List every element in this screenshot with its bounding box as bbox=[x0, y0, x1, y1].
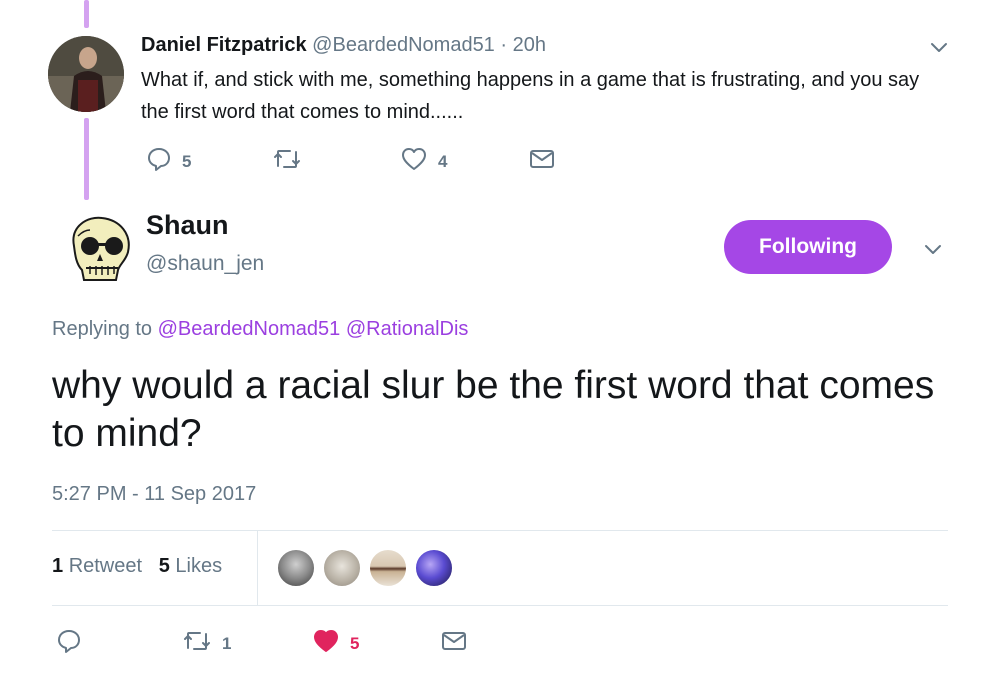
like-count: 5 bbox=[350, 633, 360, 653]
replying-to: Replying to @BeardedNomad51 @RationalDis bbox=[52, 318, 468, 341]
avatar[interactable] bbox=[276, 548, 316, 588]
tweet-stats: 1 Retweet 5 Likes bbox=[52, 555, 222, 578]
separator: · bbox=[500, 34, 508, 56]
reply-button[interactable] bbox=[56, 628, 82, 659]
divider bbox=[257, 531, 258, 605]
author-handle[interactable]: @shaun_jen bbox=[146, 252, 264, 276]
avatar[interactable] bbox=[322, 548, 362, 588]
retweet-count: 1 bbox=[222, 633, 232, 653]
tweet-text: What if, and stick with me, something ha… bbox=[141, 69, 920, 123]
author-name[interactable]: Shaun bbox=[146, 210, 229, 241]
tweet-timestamp[interactable]: 5:27 PM - 11 Sep 2017 bbox=[52, 483, 256, 506]
thread-line-bottom bbox=[84, 118, 89, 200]
thread-line-top bbox=[84, 0, 89, 28]
avatar[interactable] bbox=[60, 208, 138, 286]
direct-message-button[interactable] bbox=[528, 146, 556, 177]
avatar[interactable] bbox=[414, 548, 454, 588]
reply-count: 5 bbox=[182, 151, 192, 171]
like-count: 4 bbox=[438, 151, 448, 171]
mention-link[interactable]: @RationalDis bbox=[346, 318, 469, 340]
avatar[interactable] bbox=[368, 548, 408, 588]
heart-filled-icon bbox=[312, 628, 340, 659]
replying-prefix: Replying to bbox=[52, 318, 153, 340]
heart-icon bbox=[400, 146, 428, 177]
reply-button[interactable]: 5 bbox=[146, 146, 191, 177]
reply-icon bbox=[146, 146, 172, 177]
retweet-icon bbox=[272, 146, 302, 177]
tweet-time[interactable]: 20h bbox=[513, 34, 546, 56]
tweet-header: Daniel Fitzpatrick @BeardedNomad51 · 20h bbox=[141, 34, 546, 57]
divider bbox=[52, 530, 948, 531]
retweet-icon bbox=[182, 628, 212, 659]
author-handle[interactable]: @BeardedNomad51 bbox=[312, 34, 495, 56]
chevron-down-icon[interactable] bbox=[922, 238, 944, 265]
direct-message-button[interactable] bbox=[440, 628, 468, 659]
like-button[interactable]: 5 bbox=[312, 628, 359, 659]
tweet-text: why would a racial slur be the first wor… bbox=[52, 364, 935, 455]
envelope-icon bbox=[440, 628, 468, 659]
likes-stat[interactable]: 5 Likes bbox=[159, 555, 222, 577]
following-button[interactable]: Following bbox=[724, 220, 892, 274]
mention-link[interactable]: @BeardedNomad51 bbox=[158, 318, 341, 340]
chevron-down-icon[interactable] bbox=[928, 36, 950, 63]
retweet-button[interactable] bbox=[272, 146, 312, 177]
retweet-button[interactable]: 1 bbox=[182, 628, 231, 659]
retweets-stat[interactable]: 1 Retweet bbox=[52, 555, 142, 577]
envelope-icon bbox=[528, 146, 556, 177]
author-name[interactable]: Daniel Fitzpatrick bbox=[141, 34, 307, 56]
like-button[interactable]: 4 bbox=[400, 146, 447, 177]
avatar[interactable] bbox=[48, 36, 124, 112]
divider bbox=[52, 605, 948, 606]
reply-icon bbox=[56, 628, 82, 659]
